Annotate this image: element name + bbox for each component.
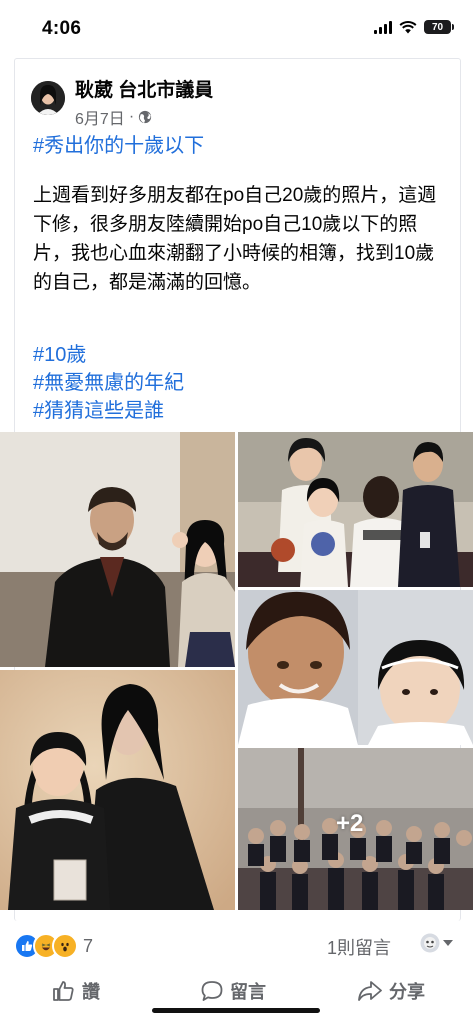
audience-selector[interactable] [420,933,453,953]
comment-label: 留言 [230,982,266,1002]
thumbs-up-icon [53,981,74,1001]
battery-icon: 70 [424,20,454,34]
photo-1[interactable] [0,432,235,667]
comment-button[interactable]: 留言 [200,978,266,1004]
avatar[interactable] [31,81,65,115]
hashtag-link[interactable]: #秀出你的十歲以下 [33,129,204,158]
hashtag-link[interactable]: #10歲 [33,341,184,369]
post-date[interactable]: 6月7日 [75,105,125,129]
post-meta: 6月7日 · [75,105,152,129]
meta-separator: · [128,108,135,125]
photo-5[interactable]: +2 [238,748,473,910]
more-photos-count[interactable]: +2 [336,810,363,838]
share-label: 分享 [389,982,425,1002]
comment-icon [201,981,223,1001]
author-name[interactable]: 耿葳 台北市議員 [75,75,213,102]
photo-4[interactable] [0,670,235,910]
photo-2[interactable] [238,432,473,587]
status-icons: 70 [374,20,454,34]
status-bar: 4:06 70 [0,0,473,58]
reaction-count: 7 [83,935,94,956]
hashtag-link[interactable]: #無憂無慮的年紀 [33,369,184,397]
share-button[interactable]: 分享 [357,978,425,1004]
wow-icon [52,933,78,959]
like-label: 讚 [82,982,100,1002]
signal-icon [374,20,392,34]
reaction-summary[interactable]: 7 [14,933,93,959]
caret-down-icon [443,940,453,946]
status-time: 4:06 [42,18,82,39]
comment-count[interactable]: 1則留言 [327,934,391,960]
globe-icon [139,110,152,124]
wifi-icon [399,20,417,33]
photo-grid: +2 [0,432,473,910]
post-text: 上週看到好多朋友都在po自己20歲的照片，這週下修，很多朋友陸續開始po自己10… [33,185,437,293]
photo-3[interactable] [238,590,473,745]
share-icon [358,981,382,1001]
hashtag-list: #10歲 #無憂無慮的年紀 #猜猜這些是誰 [33,341,184,425]
viewer-avatar-icon [420,933,440,953]
home-indicator [152,1008,320,1013]
like-button[interactable]: 讚 [52,978,100,1004]
hashtag-link[interactable]: #猜猜這些是誰 [33,397,184,425]
